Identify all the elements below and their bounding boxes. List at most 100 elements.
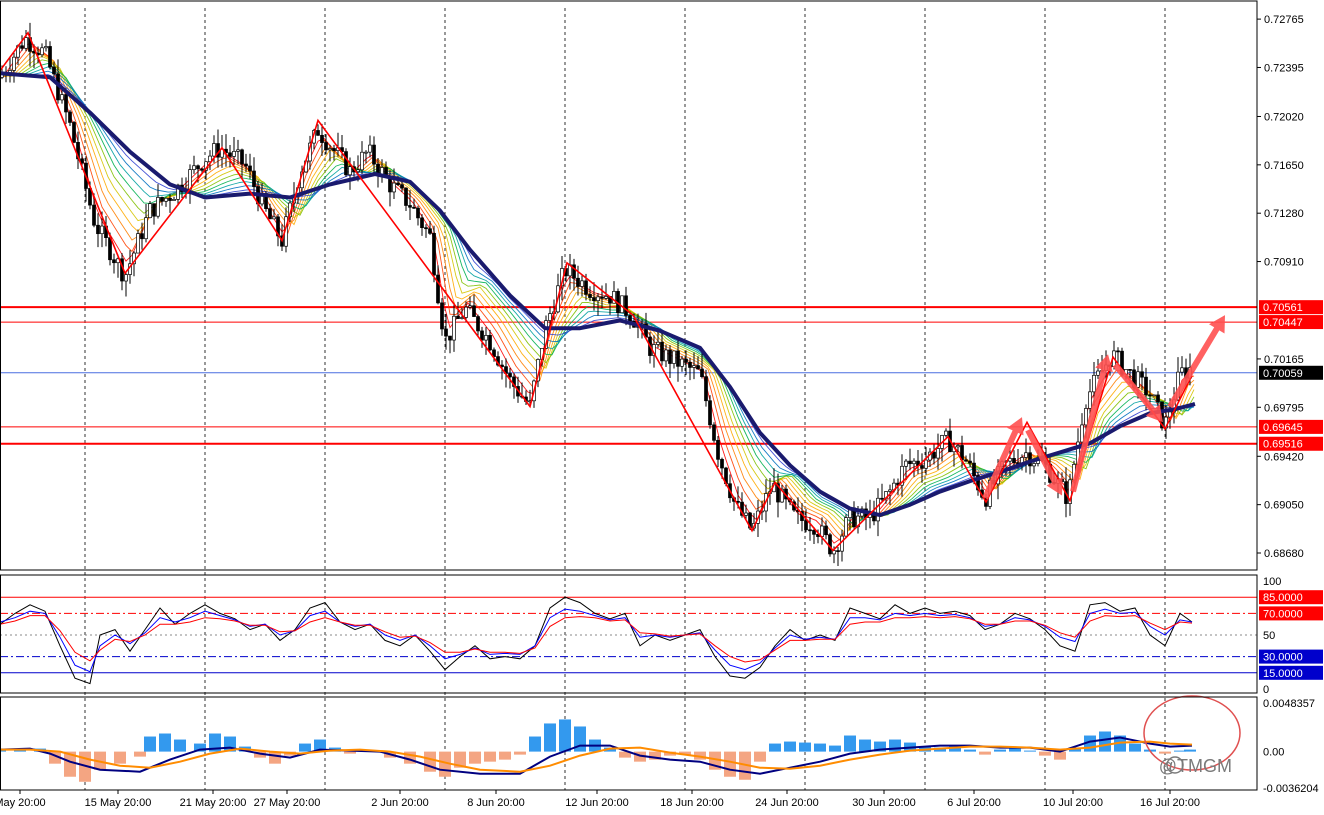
candle-body — [232, 151, 236, 157]
candle-body — [272, 216, 276, 220]
time-tick-label: May 20:00 — [0, 797, 46, 809]
candle-body — [316, 130, 320, 136]
candle-body — [1024, 452, 1028, 458]
candle-body — [584, 280, 588, 295]
candle-body — [592, 297, 596, 302]
candle-body — [140, 233, 144, 240]
price-level-label: 0.69645 — [1263, 422, 1303, 434]
candle-body — [1180, 367, 1184, 373]
macd-histogram-bar — [994, 749, 1006, 752]
candle-body — [844, 517, 848, 537]
macd-histogram-bar — [299, 743, 311, 752]
candle-body — [356, 169, 360, 173]
candle-body — [48, 46, 52, 68]
price-level-label: 0.70561 — [1263, 302, 1303, 314]
candle-body — [1128, 369, 1132, 371]
candle-body — [412, 206, 416, 209]
candle-body — [100, 225, 104, 235]
candle-body — [1156, 394, 1160, 403]
oscillator-tick-label: 15.0000 — [1263, 668, 1303, 680]
candle-body — [548, 313, 552, 321]
time-tick-label: 8 Jun 20:00 — [467, 797, 525, 809]
candle-body — [228, 152, 232, 157]
candle-body — [416, 207, 420, 219]
candle-body — [124, 274, 128, 282]
candle-body — [920, 465, 924, 469]
candle-body — [348, 166, 352, 176]
candle-body — [68, 111, 72, 123]
macd-tick-label: 0.00 — [1263, 747, 1284, 759]
candle-body — [828, 534, 832, 555]
macd-histogram-bar — [484, 751, 496, 762]
candle-body — [372, 144, 376, 165]
candle-body — [944, 430, 948, 436]
oscillator-tick-label: 85.0000 — [1263, 592, 1303, 604]
macd-histogram-bar — [829, 745, 841, 752]
candle-body — [396, 182, 400, 186]
candle-body — [876, 497, 880, 522]
time-tick-label: 21 May 20:00 — [180, 797, 247, 809]
candle-body — [456, 315, 460, 319]
candle-body — [460, 317, 464, 319]
candle-body — [488, 335, 492, 351]
candle-body — [576, 277, 580, 287]
chart-window: 0.70561 0.70447 0.69645 0.69516 0.70059 100 8… — [0, 0, 1324, 810]
price-tick-label: 0.72395 — [1264, 62, 1304, 74]
candle-body — [320, 134, 324, 143]
price-tick-label: 0.70910 — [1264, 257, 1304, 269]
time-tick-label: 27 May 20:00 — [254, 797, 321, 809]
candle-body — [804, 520, 808, 531]
candle-body — [656, 341, 660, 345]
candle-body — [624, 295, 628, 316]
candle-body — [1092, 374, 1096, 393]
candle-body — [192, 165, 196, 170]
macd-histogram-bar — [1159, 751, 1171, 754]
candle-body — [236, 149, 240, 152]
candle-body — [704, 376, 708, 402]
candle-body — [392, 182, 396, 193]
macd-histogram-bar — [859, 739, 871, 752]
macd-histogram-bar — [1184, 749, 1196, 752]
macd-histogram-bar — [1099, 731, 1111, 752]
price-chart[interactable]: 0.70561 0.70447 0.69645 0.69516 0.70059 100 8… — [0, 0, 1324, 810]
macd-histogram-bar — [174, 739, 186, 752]
candle-body — [432, 233, 436, 276]
candle-body — [708, 400, 712, 426]
price-level-label: 0.70059 — [1263, 368, 1303, 380]
candle-body — [24, 37, 28, 49]
candle-body — [72, 122, 76, 143]
candle-body — [328, 148, 332, 151]
candle-body — [420, 217, 424, 228]
candle-body — [808, 529, 812, 532]
candle-body — [212, 143, 216, 157]
candle-body — [136, 233, 140, 254]
candle-body — [468, 305, 472, 308]
candle-body — [680, 358, 684, 367]
time-tick-label: 2 Jun 20:00 — [371, 797, 429, 809]
candle-body — [1096, 370, 1100, 376]
candle-body — [1144, 376, 1148, 396]
macd-histogram-bar — [979, 751, 991, 755]
price-tick-label: 0.70165 — [1264, 354, 1304, 366]
time-tick-label: 6 Jul 20:00 — [947, 797, 1001, 809]
candle-body — [188, 169, 192, 190]
candle-body — [44, 46, 48, 49]
candle-body — [668, 349, 672, 364]
candle-body — [964, 459, 968, 462]
candle-body — [812, 529, 816, 535]
macd-histogram-bar — [1129, 743, 1141, 752]
candle-body — [824, 525, 828, 536]
macd-histogram-bar — [754, 751, 766, 762]
candle-body — [428, 228, 432, 234]
candle-body — [676, 350, 680, 367]
macd-histogram-bar — [134, 751, 146, 757]
oscillator-tick-label: 30.0000 — [1263, 652, 1303, 664]
candle-body — [604, 296, 608, 299]
candle-body — [240, 149, 244, 165]
candle-body — [1136, 371, 1140, 388]
candle-body — [448, 335, 452, 341]
candle-body — [484, 335, 488, 341]
price-tick-label: 0.69420 — [1264, 451, 1304, 463]
candle-body — [716, 439, 720, 460]
candle-body — [696, 365, 700, 370]
